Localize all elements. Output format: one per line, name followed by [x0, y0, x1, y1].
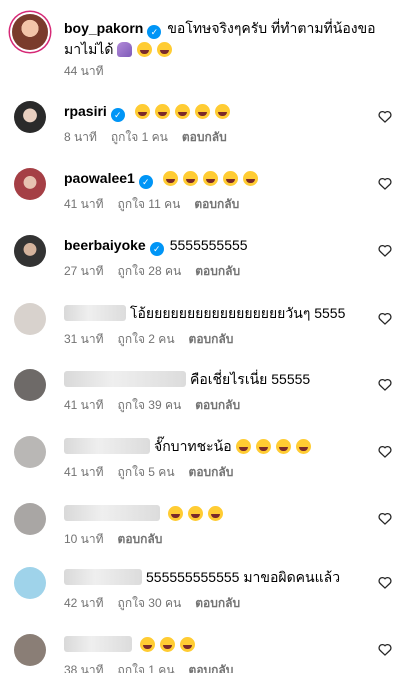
heart-icon[interactable]	[378, 312, 392, 325]
heart-icon[interactable]	[378, 576, 392, 589]
laughing-face-emoji	[182, 171, 198, 186]
comment-time: 42 นาที	[64, 596, 104, 610]
comment-text: โอ้ยยยยยยยยยยยยยยยยยวันๆ 5555	[130, 305, 346, 321]
reply-button[interactable]: ตอบกลับ	[194, 197, 239, 211]
avatar[interactable]	[14, 168, 46, 200]
laughing-face-emoji	[179, 637, 195, 652]
verified-badge-icon: ✓	[138, 175, 153, 189]
username[interactable]: paowalee1	[64, 170, 135, 186]
blurred-username[interactable]	[64, 371, 186, 387]
heart-icon[interactable]	[378, 110, 392, 123]
reply-button[interactable]: ตอบกลับ	[195, 264, 240, 278]
laughing-face-emoji	[134, 104, 150, 119]
comment-item: rpasiri ✓ 8 นาที ถูกใจ 1 คน ตอบกลับ	[0, 99, 406, 165]
blurred-username[interactable]	[64, 636, 132, 652]
praying-hands-emoji	[117, 42, 133, 57]
avatar[interactable]	[14, 567, 46, 599]
like-count[interactable]: ถูกใจ 2 คน	[118, 332, 175, 346]
heart-icon[interactable]	[378, 445, 392, 458]
comment-time: 10 นาที	[64, 532, 104, 546]
comment-item: beerbaiyoke ✓ 5555555555 27 นาที ถูกใจ 28 ค…	[0, 233, 406, 299]
username[interactable]: beerbaiyoke	[64, 237, 146, 253]
comment-time: 38 นาที	[64, 663, 104, 673]
comment-item: 10 นาที ตอบกลับ	[0, 501, 406, 567]
heart-icon[interactable]	[378, 177, 392, 190]
laughing-face-emoji	[162, 171, 178, 186]
like-count[interactable]: ถูกใจ 5 คน	[118, 465, 175, 479]
like-count[interactable]: ถูกใจ 1 คน	[118, 663, 175, 673]
avatar[interactable]	[12, 14, 48, 50]
reply-button[interactable]: ตอบกลับ	[189, 663, 234, 673]
laughing-face-emoji	[154, 104, 170, 119]
pleading-face-emoji	[137, 42, 153, 57]
avatar[interactable]	[14, 503, 46, 535]
laughing-face-emoji	[202, 171, 218, 186]
heart-icon[interactable]	[378, 643, 392, 656]
reply-button[interactable]: ตอบกลับ	[195, 596, 240, 610]
laughing-face-emoji	[139, 637, 155, 652]
username[interactable]: boy_pakorn	[64, 20, 143, 36]
reply-button[interactable]: ตอบกลับ	[189, 332, 234, 346]
verified-badge-icon: ✓	[110, 108, 125, 122]
verified-badge-icon: ✓	[147, 25, 162, 39]
avatar[interactable]	[14, 436, 46, 468]
laughing-face-emoji	[159, 637, 175, 652]
heart-icon[interactable]	[378, 244, 392, 257]
laughing-face-emoji	[242, 171, 258, 186]
like-count[interactable]: ถูกใจ 39 คน	[118, 398, 182, 412]
comment-time: 41 นาที	[64, 465, 104, 479]
username[interactable]: rpasiri	[64, 103, 107, 119]
heart-icon[interactable]	[378, 378, 392, 391]
post-time: 44 นาที	[64, 64, 104, 78]
avatar[interactable]	[14, 369, 46, 401]
blurred-username[interactable]	[64, 569, 142, 585]
laughing-face-emoji	[167, 506, 183, 521]
comment-time: 41 นาที	[64, 197, 104, 211]
laughing-face-emoji	[207, 506, 223, 521]
comment-item: 38 นาที ถูกใจ 1 คน ตอบกลับ	[0, 632, 406, 673]
blurred-username[interactable]	[64, 305, 126, 321]
reply-button[interactable]: ตอบกลับ	[118, 532, 163, 546]
laughing-face-emoji	[255, 439, 271, 454]
heart-icon[interactable]	[378, 512, 392, 525]
avatar[interactable]	[14, 303, 46, 335]
avatar[interactable]	[14, 101, 46, 133]
laughing-face-emoji	[194, 104, 210, 119]
like-count[interactable]: ถูกใจ 30 คน	[118, 596, 182, 610]
comment-item: คือเชี่ยไรเนี่ย 55555 41 นาที ถูกใจ 39 คน…	[0, 367, 406, 433]
comment-item: โอ้ยยยยยยยยยยยยยยยยยวันๆ 5555 31 นาที ถูก…	[0, 301, 406, 367]
verified-badge-icon: ✓	[149, 242, 164, 256]
comment-text: 5555555555	[169, 237, 248, 253]
laughing-face-emoji	[222, 171, 238, 186]
avatar[interactable]	[14, 235, 46, 267]
comment-item: paowalee1 ✓ 41 นาที ถูกใจ 11 คน ตอบกลับ	[0, 166, 406, 232]
comment-text: 555555555555 มาขอผิดคนแล้ว	[146, 569, 341, 585]
comment-item: 555555555555 มาขอผิดคนแล้ว 42 นาที ถูกใจ …	[0, 565, 406, 631]
laughing-face-emoji	[235, 439, 251, 454]
like-count[interactable]: ถูกใจ 1 คน	[111, 130, 168, 144]
post-caption: boy_pakorn ✓ ขอโทษจริงๆครับ ที่ทำตามที่น้อ…	[0, 0, 406, 86]
comment-time: 31 นาที	[64, 332, 104, 346]
comment-item: จั๊กบาทชะน้อ 41 นาที ถูกใจ 5 คน ตอบกลับ	[0, 434, 406, 500]
comment-time: 27 นาที	[64, 264, 104, 278]
pleading-face-emoji	[157, 42, 173, 57]
blurred-username[interactable]	[64, 505, 160, 521]
laughing-face-emoji	[174, 104, 190, 119]
comment-time: 8 นาที	[64, 130, 97, 144]
like-count[interactable]: ถูกใจ 11 คน	[118, 197, 181, 211]
reply-button[interactable]: ตอบกลับ	[195, 398, 240, 412]
like-count[interactable]: ถูกใจ 28 คน	[118, 264, 182, 278]
avatar[interactable]	[14, 634, 46, 666]
laughing-face-emoji	[187, 506, 203, 521]
reply-button[interactable]: ตอบกลับ	[189, 465, 234, 479]
comment-text: คือเชี่ยไรเนี่ย 55555	[190, 371, 311, 387]
reply-button[interactable]: ตอบกลับ	[182, 130, 227, 144]
blurred-username[interactable]	[64, 438, 150, 454]
laughing-face-emoji	[214, 104, 230, 119]
laughing-face-emoji	[295, 439, 311, 454]
comment-time: 41 นาที	[64, 398, 104, 412]
laughing-face-emoji	[275, 439, 291, 454]
comment-text: จั๊กบาทชะน้อ	[154, 438, 232, 454]
